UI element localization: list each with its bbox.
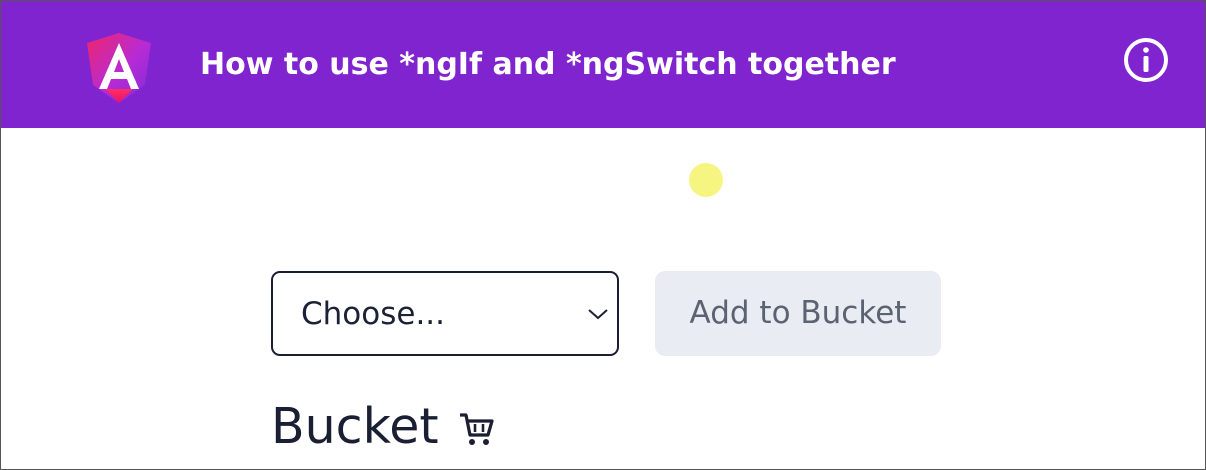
chevron-down-icon <box>588 309 608 320</box>
app-frame: How to use *ngIf and *ngSwitch together … <box>0 0 1206 470</box>
angular-logo-icon <box>87 33 151 103</box>
item-select[interactable]: Choose... <box>271 271 619 356</box>
add-to-bucket-button[interactable]: Add to Bucket <box>655 271 941 356</box>
app-header: How to use *ngIf and *ngSwitch together <box>1 1 1205 128</box>
bucket-heading: Bucket <box>271 396 495 458</box>
bucket-heading-text: Bucket <box>271 398 439 455</box>
cursor-highlight <box>689 163 723 197</box>
page-title: How to use *ngIf and *ngSwitch together <box>200 47 896 82</box>
cart-icon <box>459 413 494 445</box>
select-value: Choose... <box>301 296 446 332</box>
info-icon[interactable] <box>1123 37 1169 83</box>
